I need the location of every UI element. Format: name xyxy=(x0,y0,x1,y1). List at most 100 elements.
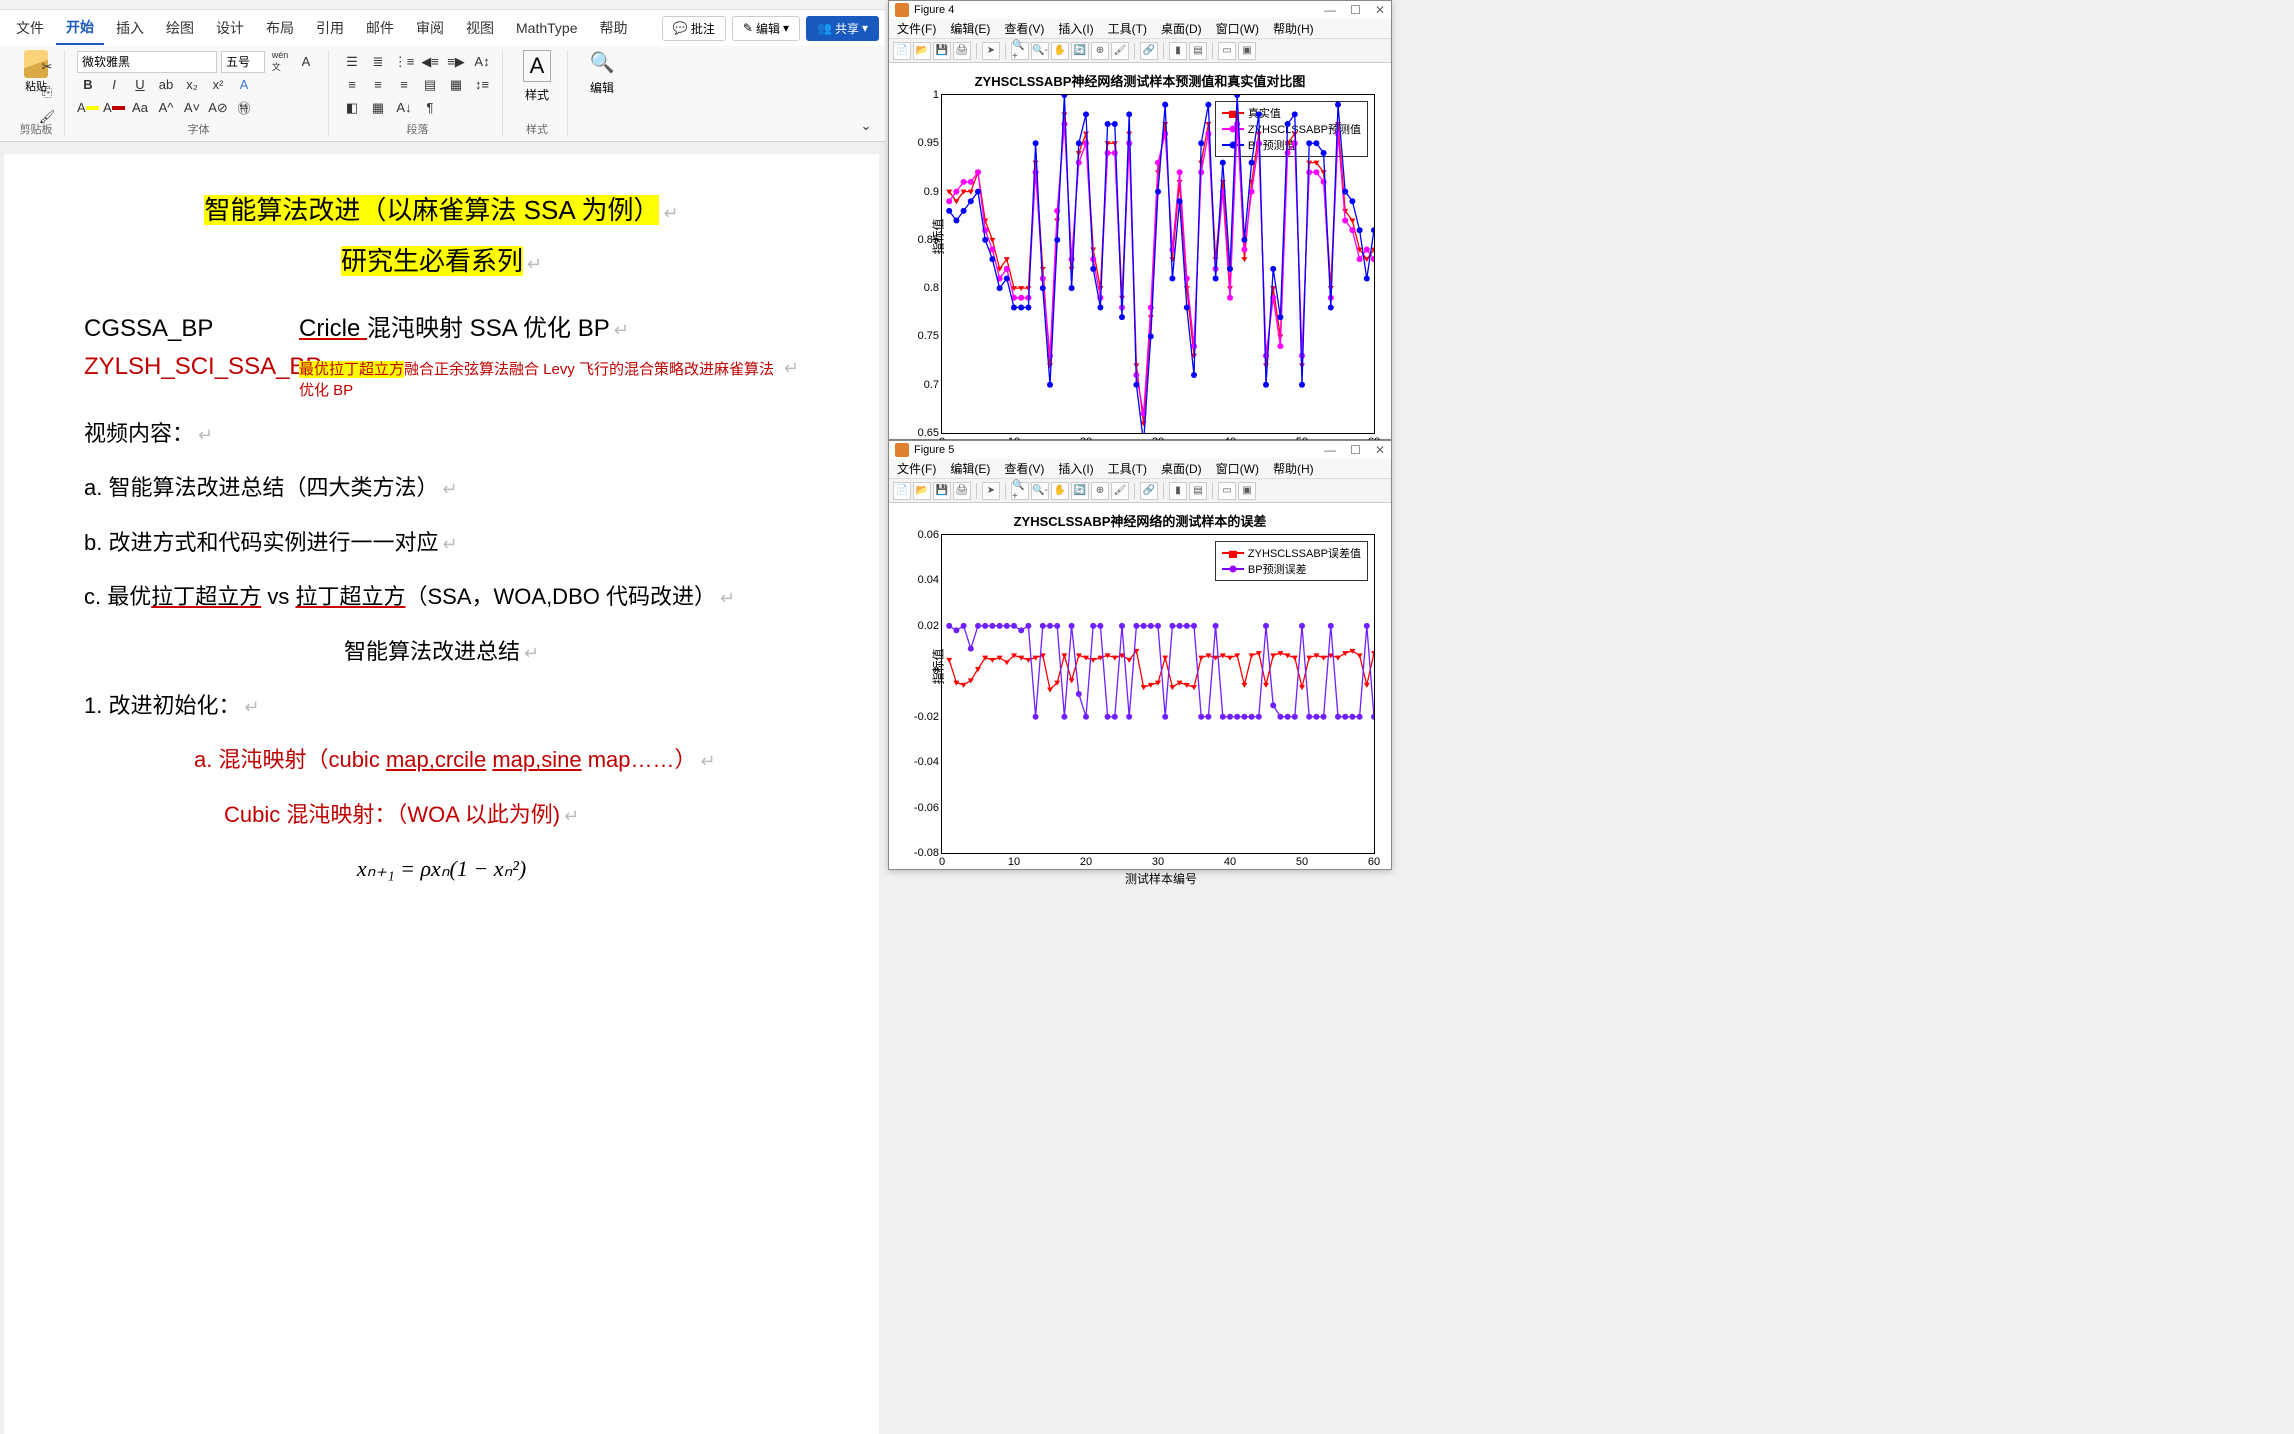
maximize-icon[interactable]: ☐ xyxy=(1350,443,1361,457)
menu-window[interactable]: 窗口(W) xyxy=(1216,20,1259,37)
pan-icon[interactable]: ✋ xyxy=(1051,482,1069,500)
save-icon[interactable]: 💾 xyxy=(933,42,951,60)
menu-tools[interactable]: 工具(T) xyxy=(1108,20,1147,37)
show-tools-icon[interactable]: ▣ xyxy=(1238,482,1256,500)
hide-tools-icon[interactable]: ▭ xyxy=(1218,42,1236,60)
link-icon[interactable]: 🔗 xyxy=(1140,42,1158,60)
open-icon[interactable]: 📂 xyxy=(913,482,931,500)
tab-insert[interactable]: 插入 xyxy=(106,12,154,44)
menu-desktop[interactable]: 桌面(D) xyxy=(1161,20,1202,37)
hide-tools-icon[interactable]: ▭ xyxy=(1218,482,1236,500)
share-button[interactable]: 👥 共享 ▾ xyxy=(806,16,879,41)
superscript-icon[interactable]: x² xyxy=(207,74,229,96)
numbering-icon[interactable]: ≣ xyxy=(367,51,389,73)
align-center-icon[interactable]: ≡ xyxy=(367,74,389,96)
link-icon[interactable]: 🔗 xyxy=(1140,482,1158,500)
legend-icon[interactable]: ▤ xyxy=(1189,42,1207,60)
new-figure-icon[interactable]: 📄 xyxy=(893,482,911,500)
tab-help[interactable]: 帮助 xyxy=(589,12,637,44)
document-area[interactable]: 智能算法改进（以麻雀算法 SSA 为例）↵ 研究生必看系列↵ CGSSA_BPC… xyxy=(0,142,885,1434)
open-icon[interactable]: 📂 xyxy=(913,42,931,60)
distribute-icon[interactable]: ▦ xyxy=(445,74,467,96)
data-cursor-icon[interactable]: ⊕ xyxy=(1091,482,1109,500)
show-marks-icon[interactable]: ¶ xyxy=(419,97,441,119)
tab-references[interactable]: 引用 xyxy=(306,12,354,44)
colorbar-icon[interactable]: ▮ xyxy=(1169,482,1187,500)
show-tools-icon[interactable]: ▣ xyxy=(1238,42,1256,60)
brush-icon[interactable]: 🖌 xyxy=(1111,42,1129,60)
menu-edit[interactable]: 编辑(E) xyxy=(950,460,990,477)
font-color-icon[interactable]: A xyxy=(103,97,125,119)
legend-icon[interactable]: ▤ xyxy=(1189,482,1207,500)
text-direction-icon[interactable]: A↕ xyxy=(471,51,493,73)
strike-icon[interactable]: ab xyxy=(155,74,177,96)
font-name-select[interactable] xyxy=(77,51,217,73)
edit-group-button[interactable]: 🔍编辑 xyxy=(580,50,624,96)
document-page[interactable]: 智能算法改进（以麻雀算法 SSA 为例）↵ 研究生必看系列↵ CGSSA_BPC… xyxy=(4,154,879,1434)
align-left-icon[interactable]: ≡ xyxy=(341,74,363,96)
multilevel-icon[interactable]: ⋮≡ xyxy=(393,51,415,73)
shrink-font-icon[interactable]: A˅ xyxy=(181,97,203,119)
menu-help[interactable]: 帮助(H) xyxy=(1273,20,1314,37)
tab-mail[interactable]: 邮件 xyxy=(356,12,404,44)
borders-icon[interactable]: ▦ xyxy=(367,97,389,119)
brush-icon[interactable]: 🖌 xyxy=(1111,482,1129,500)
print-icon[interactable]: 🖨 xyxy=(953,482,971,500)
figure5-axes[interactable]: 指标值 ZYHSCLSSABP误差值 BP预测误差 -0.08-0.06-0.0… xyxy=(941,534,1375,854)
menu-tools[interactable]: 工具(T) xyxy=(1108,460,1147,477)
menu-insert[interactable]: 插入(I) xyxy=(1058,460,1093,477)
menu-edit[interactable]: 编辑(E) xyxy=(950,20,990,37)
enclosed-char-icon[interactable]: ㊕ xyxy=(233,97,255,119)
tab-draw[interactable]: 绘图 xyxy=(156,12,204,44)
clear-format-icon[interactable]: A⊘ xyxy=(207,97,229,119)
format-painter-icon[interactable]: 🖌 xyxy=(36,106,58,128)
menu-file[interactable]: 文件(F) xyxy=(897,460,936,477)
tab-view[interactable]: 视图 xyxy=(456,12,504,44)
tab-home[interactable]: 开始 xyxy=(56,11,104,45)
decrease-indent-icon[interactable]: ◀≡ xyxy=(419,51,441,73)
tab-review[interactable]: 审阅 xyxy=(406,12,454,44)
cut-icon[interactable]: ✂ xyxy=(36,56,58,78)
close-icon[interactable]: ✕ xyxy=(1375,443,1385,457)
colorbar-icon[interactable]: ▮ xyxy=(1169,42,1187,60)
edit-button[interactable]: ✎ 编辑 ▾ xyxy=(732,16,800,41)
copy-icon[interactable]: ⎘ xyxy=(36,81,58,103)
pinyin-icon[interactable]: wén文 xyxy=(269,51,291,73)
italic-icon[interactable]: I xyxy=(103,74,125,96)
rotate-icon[interactable]: 🔄 xyxy=(1071,482,1089,500)
font-size-select[interactable] xyxy=(221,51,265,73)
new-figure-icon[interactable]: 📄 xyxy=(893,42,911,60)
line-spacing-icon[interactable]: ↕≡ xyxy=(471,74,493,96)
tab-design[interactable]: 设计 xyxy=(206,12,254,44)
print-icon[interactable]: 🖨 xyxy=(953,42,971,60)
menu-file[interactable]: 文件(F) xyxy=(897,20,936,37)
menu-desktop[interactable]: 桌面(D) xyxy=(1161,460,1202,477)
zoom-out-icon[interactable]: 🔍- xyxy=(1031,42,1049,60)
figure4-axes[interactable]: 指标值 真实值 ZYHSCLSSABP预测值 BP预测值 0.650.70.75… xyxy=(941,94,1375,434)
sort-icon[interactable]: A↓ xyxy=(393,97,415,119)
tab-layout[interactable]: 布局 xyxy=(256,12,304,44)
align-right-icon[interactable]: ≡ xyxy=(393,74,415,96)
bold-icon[interactable]: B xyxy=(77,74,99,96)
tab-mathtype[interactable]: MathType xyxy=(506,14,587,42)
minimize-icon[interactable]: — xyxy=(1324,3,1336,17)
data-cursor-icon[interactable]: ⊕ xyxy=(1091,42,1109,60)
border-char-icon[interactable]: A xyxy=(295,51,317,73)
menu-window[interactable]: 窗口(W) xyxy=(1216,460,1259,477)
change-case-icon[interactable]: Aa xyxy=(129,97,151,119)
menu-insert[interactable]: 插入(I) xyxy=(1058,20,1093,37)
text-effect-icon[interactable]: A xyxy=(233,74,255,96)
bullets-icon[interactable]: ☰ xyxy=(341,51,363,73)
underline-icon[interactable]: U xyxy=(129,74,151,96)
close-icon[interactable]: ✕ xyxy=(1375,3,1385,17)
subscript-icon[interactable]: x₂ xyxy=(181,74,203,96)
pointer-icon[interactable]: ➤ xyxy=(982,482,1000,500)
pan-icon[interactable]: ✋ xyxy=(1051,42,1069,60)
tab-file[interactable]: 文件 xyxy=(6,12,54,44)
justify-icon[interactable]: ▤ xyxy=(419,74,441,96)
styles-button[interactable]: A样式 xyxy=(515,50,559,103)
rotate-icon[interactable]: 🔄 xyxy=(1071,42,1089,60)
zoom-out-icon[interactable]: 🔍- xyxy=(1031,482,1049,500)
maximize-icon[interactable]: ☐ xyxy=(1350,3,1361,17)
collapse-ribbon-icon[interactable]: ⌄ xyxy=(855,115,877,137)
